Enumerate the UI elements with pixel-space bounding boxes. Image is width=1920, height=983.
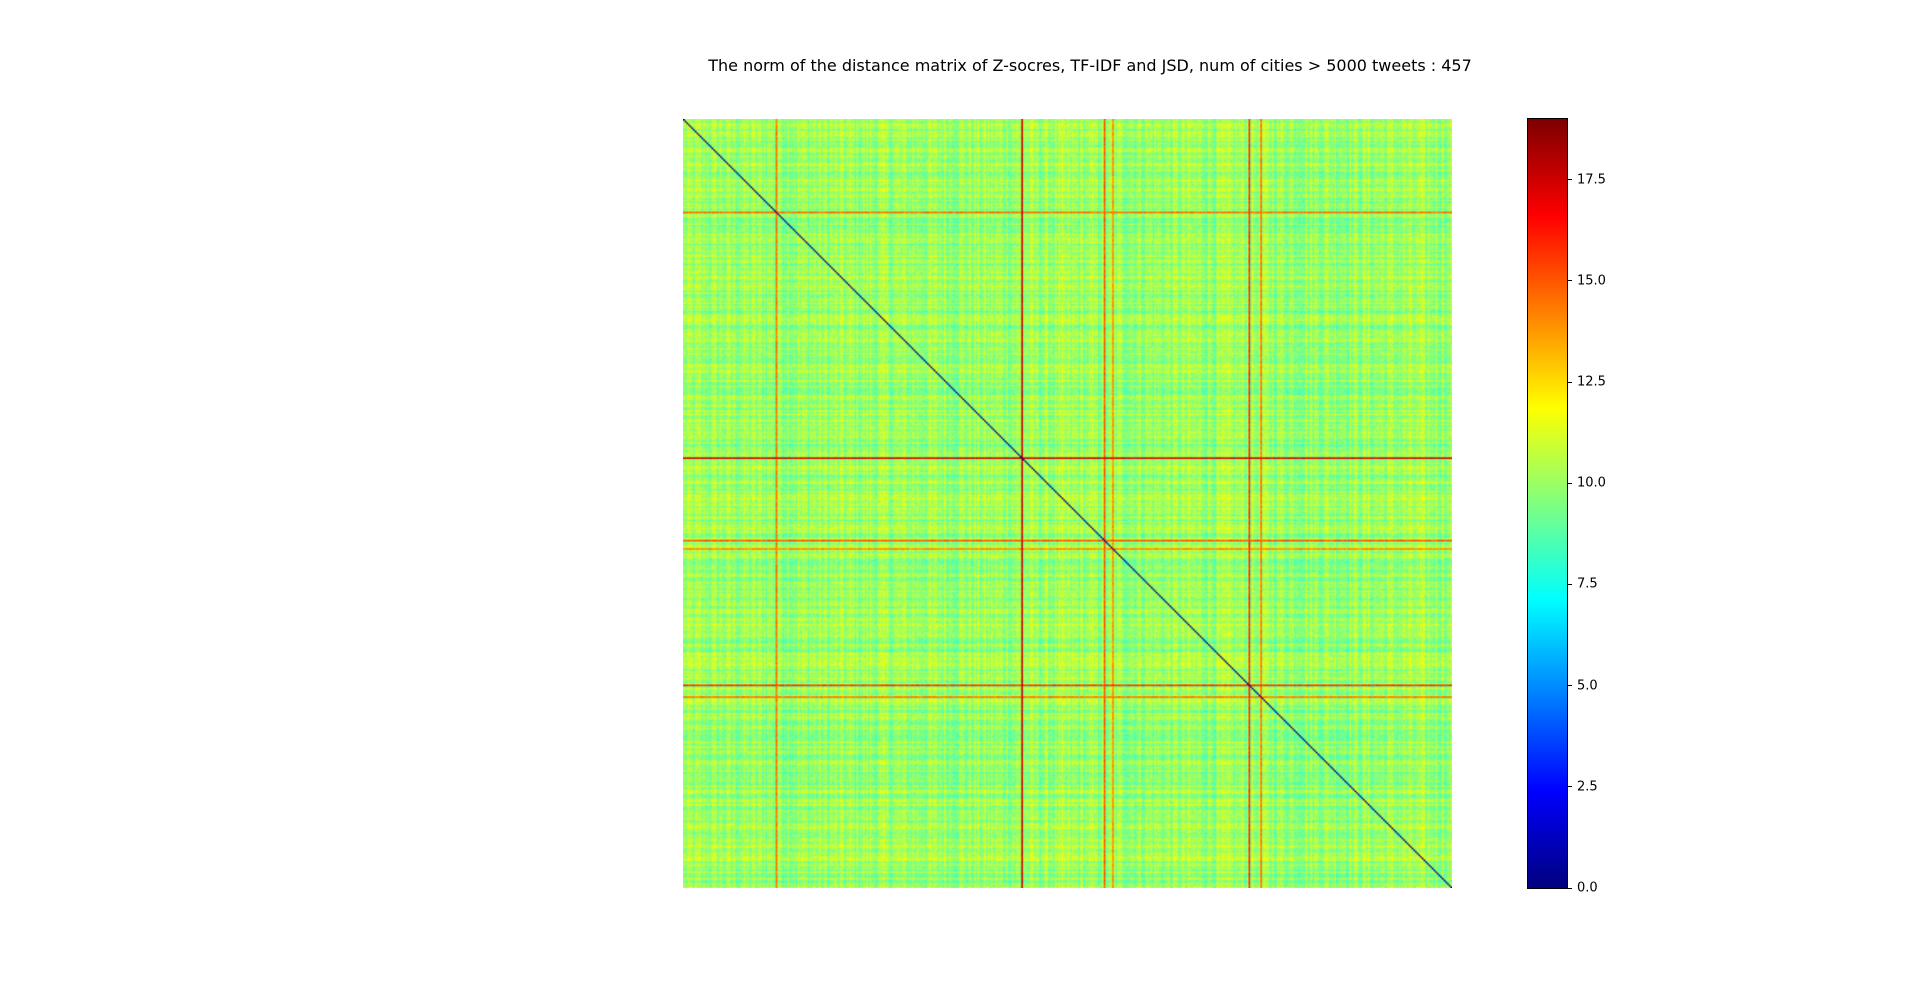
colorbar-tick-label: 12.5: [1577, 374, 1606, 390]
colorbar-tick-label: 7.5: [1577, 576, 1598, 592]
colorbar-tick: [1567, 482, 1572, 484]
colorbar-tick: [1567, 280, 1572, 282]
colorbar-tick-label: 5.0: [1577, 678, 1598, 694]
chart-title: The norm of the distance matrix of Z-soc…: [708, 56, 1472, 75]
colorbar-axis: 0.0 2.5 5.0 7.5 10.0 12.5 15.0 17.5: [1567, 119, 1647, 896]
heatmap: [683, 119, 1452, 888]
colorbar-tick: [1567, 179, 1572, 181]
colorbar-tick: [1567, 583, 1572, 585]
colorbar-tick-label: 0.0: [1577, 880, 1598, 896]
colorbar-tick: [1567, 381, 1572, 383]
colorbar-tick-label: 10.0: [1577, 475, 1606, 491]
colorbar: [1527, 118, 1568, 889]
colorbar-tick: [1567, 887, 1572, 889]
colorbar-tick: [1567, 786, 1572, 788]
colorbar-tick-label: 17.5: [1577, 172, 1606, 188]
colorbar-tick-label: 15.0: [1577, 273, 1606, 289]
colorbar-tick: [1567, 685, 1572, 687]
colorbar-tick-label: 2.5: [1577, 779, 1598, 795]
